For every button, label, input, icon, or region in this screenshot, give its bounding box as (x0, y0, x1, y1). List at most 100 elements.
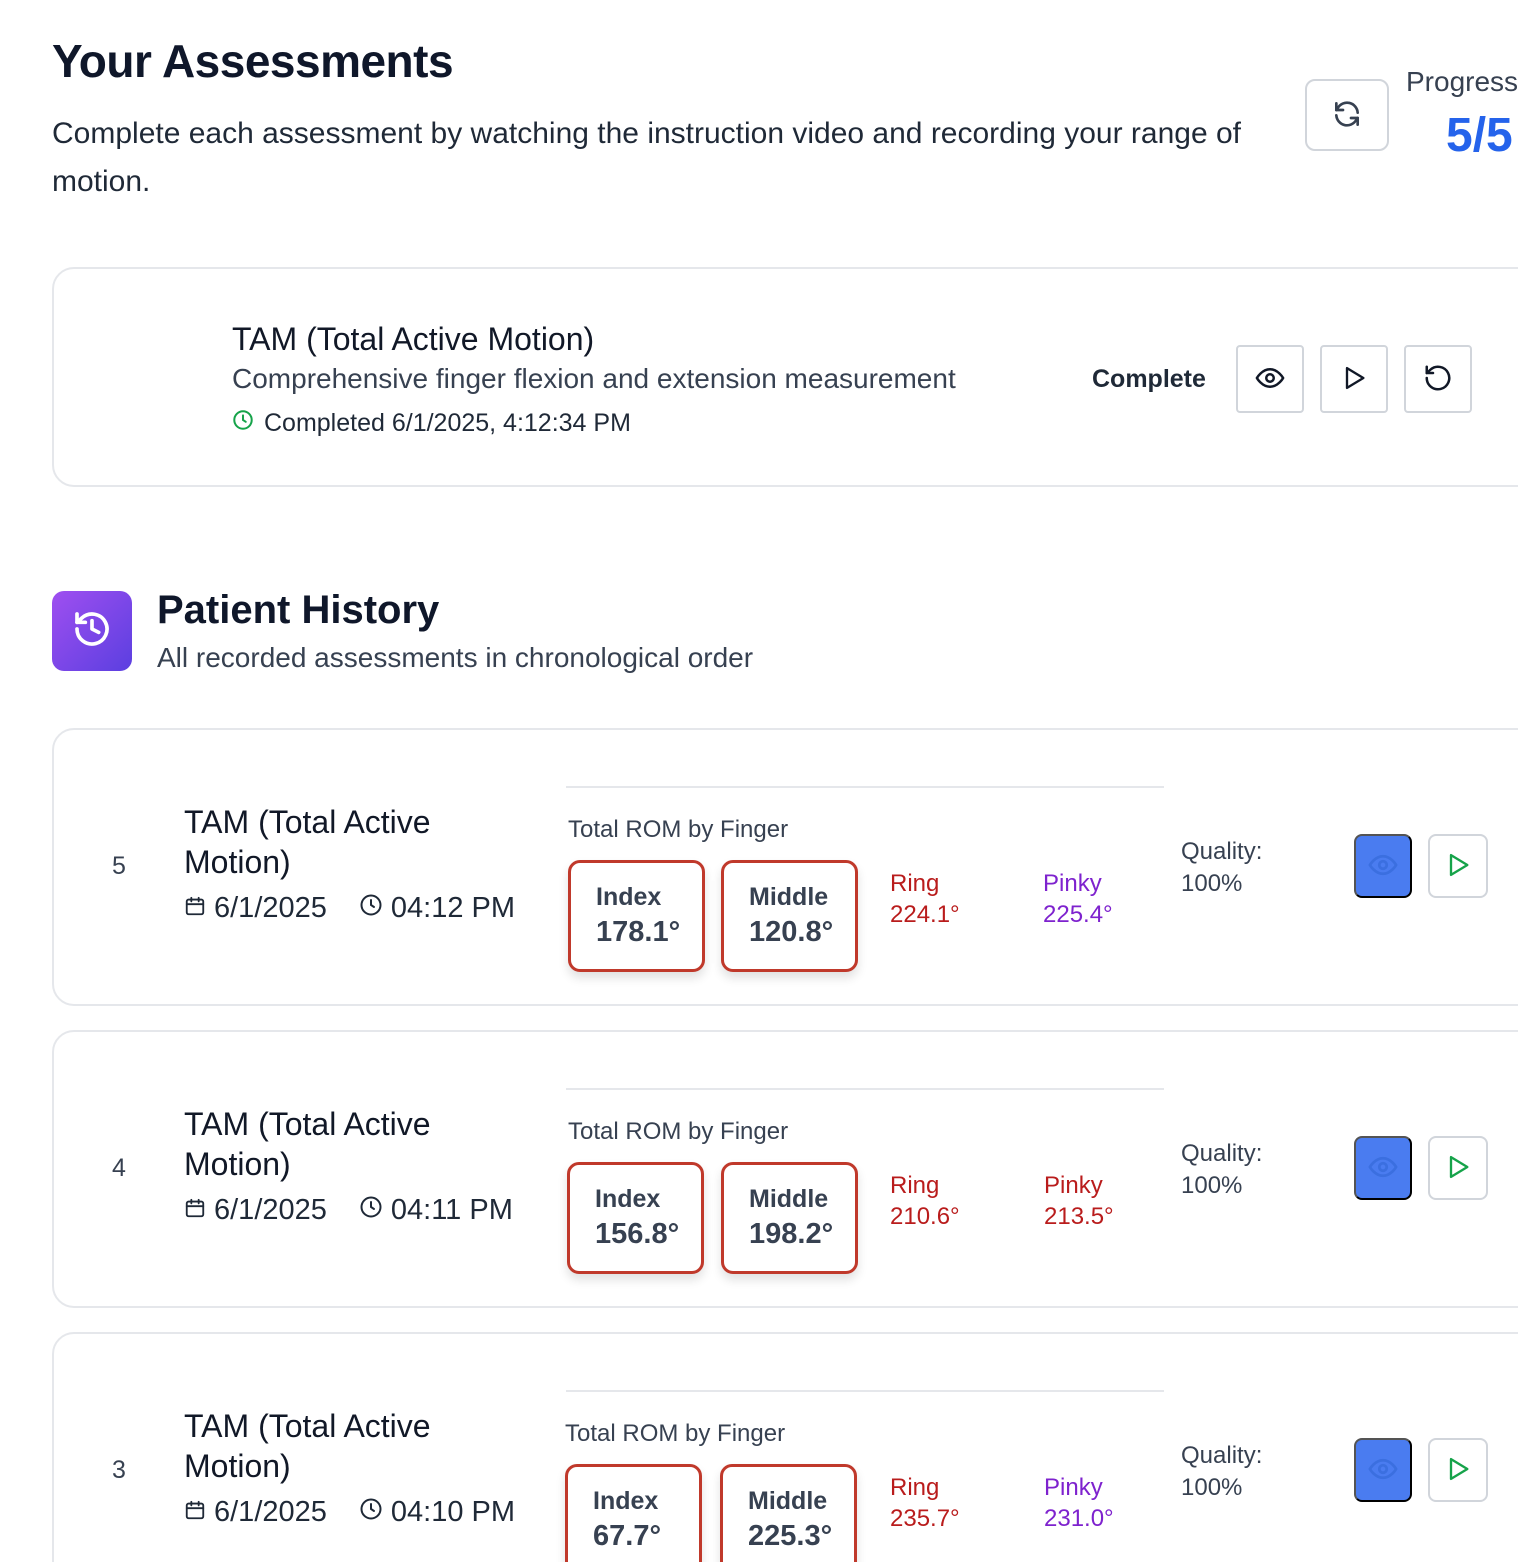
eye-icon (1368, 850, 1398, 883)
calendar-icon (184, 1194, 206, 1227)
finger-index-box: Index 156.8° (567, 1162, 704, 1274)
history-entry-date: 6/1/2025 (214, 1194, 327, 1226)
status-badge: Complete (1092, 365, 1206, 393)
history-entry-time: 04:11 PM (390, 1194, 513, 1226)
finger-ring: Ring 224.1° (890, 868, 960, 930)
rom-label: Total ROM by Finger (568, 1118, 789, 1145)
calendar-icon (184, 1496, 206, 1529)
finger-ring-value: 224.1° (890, 901, 960, 928)
finger-pinky-label: Pinky (1043, 870, 1102, 897)
history-entry-meta: 6/1/2025 04:12 PM (184, 892, 515, 925)
finger-index-value: 67.7° (593, 1520, 662, 1552)
history-title: Patient History (157, 588, 440, 632)
clock-icon (359, 1194, 383, 1227)
assessment-card: TAM (Total Active Motion) Comprehensive … (52, 267, 1518, 487)
progress-value: 5/5 (1446, 109, 1513, 162)
finger-middle-label: Middle (748, 1487, 828, 1515)
refresh-button[interactable] (1305, 79, 1389, 151)
finger-pinky-value: 231.0° (1044, 1505, 1114, 1532)
view-button[interactable] (1354, 1438, 1412, 1502)
finger-index-box: Index 67.7° (565, 1464, 702, 1562)
assessment-completed-text: Completed 6/1/2025, 4:12:34 PM (264, 409, 631, 437)
page-title: Your Assessments (52, 35, 454, 87)
play-icon (1340, 364, 1368, 395)
finger-pinky: Pinky 213.5° (1044, 1170, 1114, 1232)
history-entry-number: 4 (112, 1154, 126, 1182)
view-button[interactable] (1354, 1136, 1412, 1200)
finger-ring-label: Ring (890, 1172, 940, 1199)
finger-ring-value: 235.7° (890, 1505, 960, 1532)
clock-icon (359, 1496, 383, 1529)
finger-pinky: Pinky 231.0° (1044, 1472, 1114, 1534)
finger-pinky-value: 213.5° (1044, 1203, 1114, 1230)
history-entry-date: 6/1/2025 (214, 892, 327, 924)
finger-middle-value: 198.2° (749, 1218, 834, 1250)
finger-pinky-value: 225.4° (1043, 901, 1113, 928)
play-icon (1444, 1455, 1472, 1486)
assessment-title: TAM (Total Active Motion) (232, 321, 595, 357)
history-entry-number: 5 (112, 852, 126, 880)
divider (566, 1390, 1164, 1392)
rom-label: Total ROM by Finger (568, 816, 789, 843)
view-button[interactable] (1236, 345, 1304, 413)
quality: Quality: 100% (1181, 836, 1262, 900)
clock-icon (232, 409, 254, 438)
quality-label: Quality: (1181, 1140, 1263, 1167)
history-entry-date: 6/1/2025 (214, 1496, 327, 1528)
finger-pinky-label: Pinky (1044, 1172, 1103, 1199)
history-entry: 4 TAM (Total Active Motion) 6/1/2025 04:… (52, 1030, 1518, 1308)
history-entry-title: TAM (Total Active Motion) (184, 1408, 431, 1484)
finger-index-value: 156.8° (595, 1218, 680, 1250)
history-entry-title: TAM (Total Active Motion) (184, 1106, 431, 1182)
finger-middle-value: 225.3° (748, 1520, 833, 1552)
finger-index-label: Index (596, 883, 662, 911)
play-button[interactable] (1428, 1136, 1488, 1200)
finger-index-value: 178.1° (596, 916, 681, 948)
retake-button[interactable] (1404, 345, 1472, 413)
history-entry: 5 TAM (Total Active Motion) 6/1/2025 04:… (52, 728, 1518, 1006)
quality-label: Quality: (1181, 838, 1263, 865)
history-entry-number: 3 (112, 1456, 126, 1484)
quality-value: 100% (1181, 1172, 1243, 1199)
quality-value: 100% (1181, 1474, 1243, 1501)
divider (566, 1088, 1164, 1090)
history-entry-meta: 6/1/2025 04:10 PM (184, 1496, 515, 1529)
finger-ring-value: 210.6° (890, 1203, 960, 1230)
finger-middle-box: Middle 225.3° (720, 1464, 857, 1562)
history-entry-time: 04:10 PM (390, 1496, 516, 1528)
divider (566, 786, 1164, 788)
history-badge (52, 591, 132, 671)
history-subtitle: All recorded assessments in chronologica… (157, 642, 754, 673)
eye-icon (1255, 363, 1285, 396)
assessment-completed-row: Completed 6/1/2025, 4:12:34 PM (232, 409, 631, 438)
finger-ring-label: Ring (890, 1474, 940, 1501)
finger-middle-label: Middle (749, 1185, 829, 1213)
quality-value: 100% (1181, 870, 1243, 897)
play-icon (1444, 1153, 1472, 1184)
assessment-description: Comprehensive finger flexion and extensi… (232, 363, 956, 394)
finger-ring: Ring 210.6° (890, 1170, 960, 1232)
finger-pinky: Pinky 225.4° (1043, 868, 1113, 930)
finger-ring: Ring 235.7° (890, 1472, 960, 1534)
play-icon (1444, 851, 1472, 882)
history-entry-time: 04:12 PM (390, 892, 516, 924)
page-subtitle: Complete each assessment by watching the… (52, 117, 1241, 198)
finger-middle-value: 120.8° (749, 916, 834, 948)
finger-middle-label: Middle (749, 883, 829, 911)
clock-icon (359, 892, 383, 925)
quality: Quality: 100% (1181, 1440, 1262, 1504)
finger-index-label: Index (593, 1487, 659, 1515)
eye-icon (1368, 1152, 1398, 1185)
quality-label: Quality: (1181, 1442, 1263, 1469)
quality: Quality: 100% (1181, 1138, 1262, 1202)
eye-icon (1368, 1454, 1398, 1487)
play-button[interactable] (1320, 345, 1388, 413)
history-entry: 3 TAM (Total Active Motion) 6/1/2025 04:… (52, 1332, 1518, 1562)
finger-middle-box: Middle 120.8° (721, 860, 858, 972)
finger-ring-label: Ring (890, 870, 940, 897)
finger-index-box: Index 178.1° (568, 860, 705, 972)
view-button[interactable] (1354, 834, 1412, 898)
play-button[interactable] (1428, 834, 1488, 898)
refresh-icon (1331, 98, 1363, 133)
play-button[interactable] (1428, 1438, 1488, 1502)
